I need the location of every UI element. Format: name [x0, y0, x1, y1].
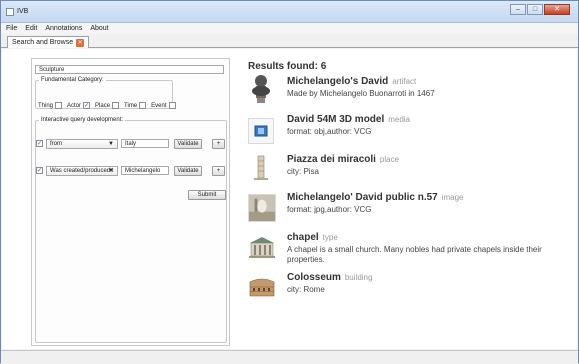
result-title[interactable]: chapel — [287, 232, 319, 243]
tower-icon-svg — [254, 155, 268, 180]
query-2-validate-button[interactable]: Validate — [174, 166, 202, 176]
colosseum-icon — [248, 276, 276, 298]
photo-icon — [248, 194, 276, 222]
menu-edit[interactable]: Edit — [25, 25, 37, 32]
minimize-button[interactable]: ‒ — [510, 4, 526, 15]
result-title[interactable]: David 54M 3D model — [287, 114, 384, 125]
category-actor-checkbox[interactable]: ✓ — [83, 102, 91, 109]
title-bar: IVB ‒ □ ✕ — [1, 1, 578, 23]
tab-label: Search and Browse — [12, 39, 74, 46]
query-1-value-input[interactable]: Italy — [121, 139, 169, 148]
query-panel: Sculpture Fundamental Category: Thing Ac… — [31, 58, 230, 346]
result-description: Made by Michelangelo Buonarroti in 1467 — [287, 89, 435, 98]
tab-bar: Search and Browse ✕ — [1, 34, 578, 48]
category-time-checkbox[interactable] — [139, 102, 147, 109]
category-actor-label: Actor — [67, 102, 82, 109]
app-window: IVB ‒ □ ✕ File Edit Annotations About Se… — [0, 0, 579, 364]
result-description: city: Rome — [287, 285, 325, 294]
category-event-label: Event — [151, 102, 167, 109]
colosseum-icon-svg — [249, 278, 275, 297]
result-title[interactable]: Colosseum — [287, 272, 341, 283]
3d-model-icon — [248, 118, 274, 144]
interactive-query-legend: Interactive query development: — [41, 117, 124, 123]
tower-icon — [248, 154, 274, 180]
result-item[interactable]: David 54M 3D model media format: obj,aut… — [248, 114, 568, 148]
statue-icon-svg — [252, 75, 270, 103]
tab-search-and-browse[interactable]: Search and Browse ✕ — [7, 36, 90, 48]
submit-button[interactable]: Submit — [188, 190, 226, 200]
menu-about[interactable]: About — [90, 25, 108, 32]
result-item[interactable]: Colosseum building city: Rome — [248, 272, 568, 306]
result-description: format: jpg,author: VCG — [287, 205, 372, 214]
app-icon — [6, 8, 14, 16]
query-1-property-select[interactable]: from ▼ — [46, 139, 118, 149]
result-type: building — [344, 273, 373, 282]
menu-file[interactable]: File — [6, 25, 17, 32]
category-thing-checkbox[interactable] — [55, 102, 63, 109]
category-time-label: Time — [124, 102, 138, 109]
result-item[interactable]: Michelangelo's David artifact Made by Mi… — [248, 75, 568, 110]
result-description: city: Pisa — [287, 167, 320, 176]
category-options: Thing Actor ✓ Place Time Event — [38, 102, 181, 109]
query-1-property: from — [50, 141, 62, 147]
query-1-checkbox[interactable]: ✓ — [36, 140, 43, 147]
chapel-icon — [248, 235, 276, 259]
result-item[interactable]: Michelangelo' David public n.57 image fo… — [248, 192, 568, 228]
status-bar — [1, 350, 578, 364]
result-type: media — [388, 115, 411, 124]
menu-bar: File Edit Annotations About — [1, 23, 578, 34]
window-controls: ‒ □ ✕ — [510, 4, 570, 15]
chevron-down-icon: ▼ — [108, 141, 114, 147]
query-2-value-input[interactable]: Michelangelo — [121, 166, 169, 175]
search-input[interactable]: Sculpture — [35, 65, 224, 74]
result-description: format: obj,author: VCG — [287, 127, 372, 136]
query-2-property-select[interactable]: Was created/produced t ▼ — [46, 166, 118, 176]
result-type: artifact — [392, 77, 417, 86]
result-title[interactable]: Piazza dei miracoli — [287, 154, 376, 165]
chapel-icon-svg — [249, 237, 275, 258]
query-1-add-button[interactable]: + — [212, 139, 225, 149]
maximize-button[interactable]: □ — [527, 4, 543, 15]
close-button[interactable]: ✕ — [544, 4, 570, 15]
category-thing-label: Thing — [38, 102, 54, 109]
result-title[interactable]: Michelangelo's David — [287, 76, 388, 87]
result-item[interactable]: Piazza dei miracoli place city: Pisa — [248, 154, 568, 188]
result-description: A chapel is a small church. Many nobles … — [287, 245, 542, 264]
3d-model-icon-svg — [254, 125, 268, 137]
category-event-checkbox[interactable] — [168, 102, 176, 109]
category-place-label: Place — [95, 102, 111, 109]
chevron-down-icon: ▼ — [108, 168, 114, 174]
menu-annotations[interactable]: Annotations — [45, 25, 82, 32]
photo-icon-svg — [249, 195, 275, 221]
interactive-query-group: Interactive query development: — [35, 117, 227, 343]
result-title[interactable]: Michelangelo' David public n.57 — [287, 192, 438, 203]
results-count: Results found: 6 — [248, 61, 327, 72]
result-item[interactable]: chapel type A chapel is a small church. … — [248, 232, 568, 272]
result-type: place — [379, 155, 400, 164]
category-place-checkbox[interactable] — [112, 102, 120, 109]
result-type: type — [322, 233, 338, 242]
query-2-property: Was created/produced t — [50, 168, 114, 174]
query-2-add-button[interactable]: + — [212, 166, 225, 176]
statue-icon — [248, 75, 274, 103]
main-content: Sculpture Fundamental Category: Thing Ac… — [2, 49, 577, 349]
tab-close-icon[interactable]: ✕ — [76, 38, 85, 47]
query-1-validate-button[interactable]: Validate — [174, 139, 202, 149]
query-2-checkbox[interactable]: ✓ — [36, 167, 43, 174]
window-title: IVB — [17, 8, 29, 15]
fundamental-category-legend: Fundamental Category: — [41, 77, 104, 83]
result-type: image — [441, 193, 464, 202]
